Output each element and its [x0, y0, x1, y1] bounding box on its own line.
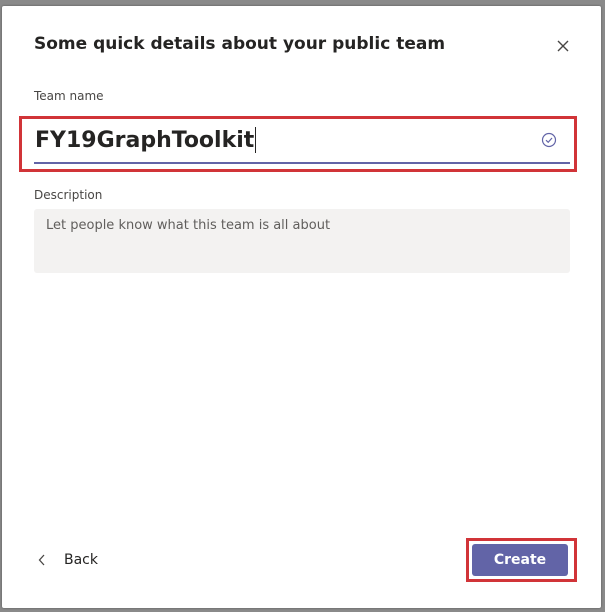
- team-name-input[interactable]: FY19GraphToolkit: [34, 118, 570, 164]
- team-name-label: Team name: [34, 89, 104, 103]
- description-label: Description: [34, 188, 103, 202]
- check-circle-icon: [541, 132, 557, 148]
- chevron-left-icon: [38, 554, 45, 566]
- create-team-dialog: Some quick details about your public tea…: [2, 6, 601, 608]
- team-name-value: FY19GraphToolkit: [35, 127, 255, 153]
- close-icon: [557, 40, 569, 52]
- create-button[interactable]: Create: [472, 544, 568, 576]
- back-button[interactable]: Back: [38, 549, 98, 571]
- description-textarea[interactable]: Let people know what this team is all ab…: [34, 209, 570, 273]
- close-button[interactable]: [552, 35, 574, 57]
- dialog-title: Some quick details about your public tea…: [34, 34, 446, 54]
- back-label: Back: [64, 552, 98, 568]
- text-caret: [255, 127, 257, 153]
